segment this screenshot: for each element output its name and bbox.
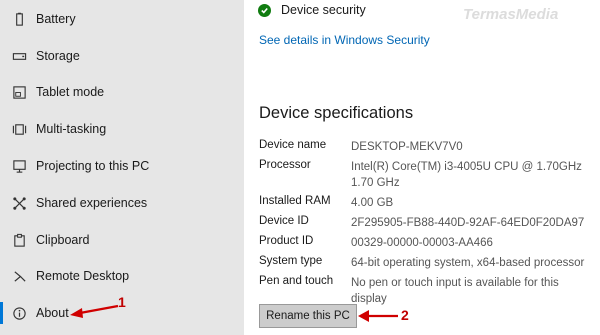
sidebar-item-clipboard[interactable]: Clipboard: [0, 222, 244, 258]
spec-label-installed-ram: Installed RAM: [259, 195, 331, 207]
sidebar-item-multi-tasking[interactable]: Multi-tasking: [0, 111, 244, 147]
spec-label-system-type: System type: [259, 255, 323, 267]
multitasking-icon: [8, 121, 30, 137]
sidebar-item-label: Shared experiences: [36, 196, 148, 210]
clipboard-icon: [8, 232, 30, 248]
tablet-mode-icon: [8, 84, 30, 100]
spec-value-product-id: 00329-00000-00003-AA466: [351, 237, 493, 249]
spec-value-installed-ram: 4.00 GB: [351, 197, 394, 209]
storage-icon: [8, 48, 30, 64]
settings-sidebar: Battery Storage Tablet mode Multi-taskin…: [0, 0, 244, 335]
spec-label-pen-and-touch: Pen and touch: [259, 275, 334, 287]
spec-value-device-id: 2F295905-FB88-440D-92AF-64ED0F20DA97: [351, 217, 585, 229]
spec-value-system-type: 64-bit operating system, x64-based proce…: [351, 257, 585, 269]
windows-security-link[interactable]: See details in Windows Security: [259, 33, 430, 47]
device-security-row: Device security: [258, 3, 366, 17]
shared-experiences-icon: [8, 195, 30, 211]
annotation-number-1: 1: [118, 294, 126, 310]
main-content: Device security See details in Windows S…: [244, 0, 600, 335]
spec-value-device-name: DESKTOP-MEKV7V0: [351, 141, 463, 153]
remote-desktop-icon: [8, 268, 30, 284]
spec-value-pen-and-touch: No pen or touch input is available for t…: [351, 277, 559, 305]
sidebar-item-storage[interactable]: Storage: [0, 38, 244, 74]
sidebar-item-label: Remote Desktop: [36, 269, 130, 283]
rename-this-pc-button[interactable]: Rename this PC: [259, 304, 357, 328]
sidebar-item-label: Storage: [36, 49, 80, 63]
device-security-title: Device security: [281, 3, 366, 17]
spec-label-product-id: Product ID: [259, 235, 314, 247]
sidebar-item-battery[interactable]: Battery: [0, 1, 244, 37]
sidebar-item-shared-experiences[interactable]: Shared experiences: [0, 185, 244, 221]
annotation-number-2: 2: [401, 307, 409, 323]
watermark: TermasMedia: [463, 6, 559, 23]
sidebar-item-label: About: [36, 306, 69, 320]
check-icon: [258, 3, 271, 17]
battery-icon: [8, 11, 30, 27]
spec-label-processor: Processor: [259, 159, 311, 171]
sidebar-item-label: Tablet mode: [36, 85, 105, 99]
sidebar-item-projecting[interactable]: Projecting to this PC: [0, 148, 244, 184]
sidebar-item-remote-desktop[interactable]: Remote Desktop: [0, 258, 244, 294]
spec-label-device-id: Device ID: [259, 215, 309, 227]
info-icon: [8, 305, 30, 321]
sidebar-item-label: Clipboard: [36, 233, 90, 247]
projecting-icon: [8, 158, 30, 174]
spec-label-device-name: Device name: [259, 139, 327, 151]
sidebar-item-label: Multi-tasking: [36, 122, 107, 136]
sidebar-item-tablet-mode[interactable]: Tablet mode: [0, 74, 244, 110]
sidebar-item-label: Projecting to this PC: [36, 159, 150, 173]
sidebar-item-label: Battery: [36, 12, 76, 26]
device-specifications-heading: Device specifications: [259, 104, 414, 122]
spec-value-processor: Intel(R) Core(TM) i3-4005U CPU @ 1.70GHz…: [351, 161, 582, 189]
